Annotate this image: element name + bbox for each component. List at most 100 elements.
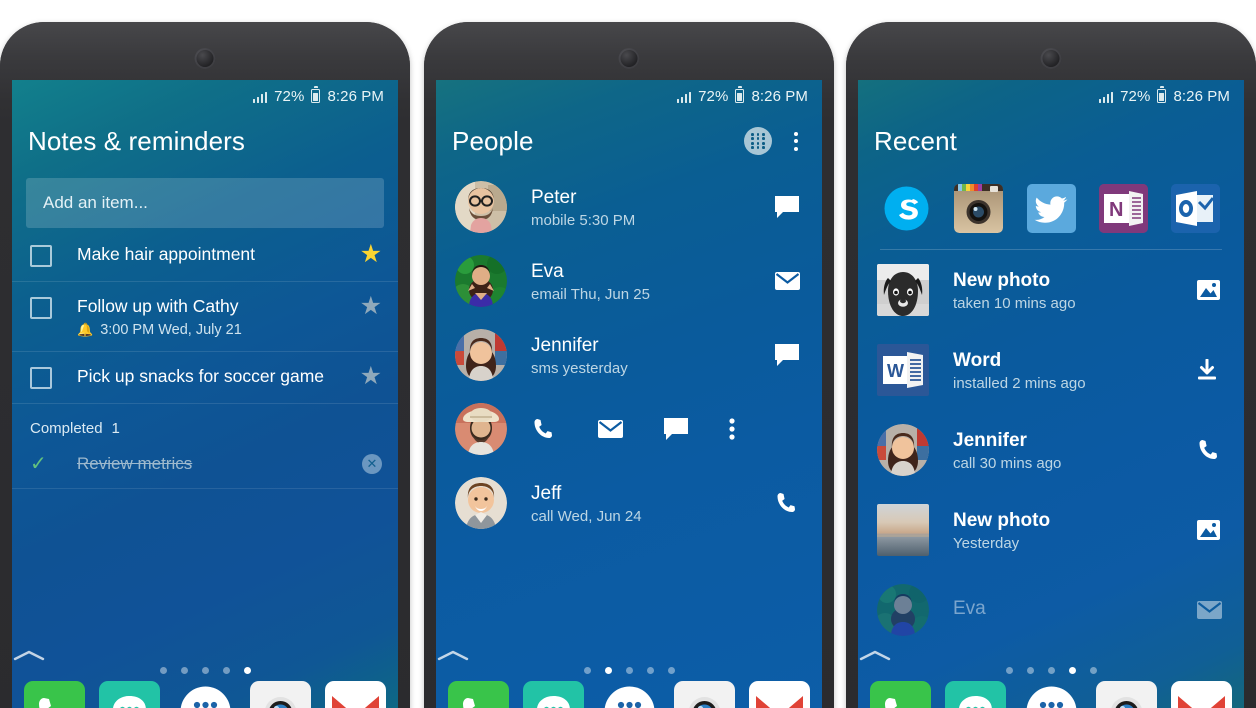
recent-title: New photo bbox=[953, 509, 1051, 531]
messages-dock-icon[interactable] bbox=[523, 681, 585, 708]
page-dot-active[interactable] bbox=[604, 667, 612, 674]
checkbox-icon[interactable] bbox=[30, 367, 52, 389]
page-dot-active[interactable] bbox=[1068, 667, 1076, 674]
phone-dock-icon[interactable] bbox=[24, 681, 85, 708]
phone-screen-notes: 72% 8:26 PM Notes & reminders Add an ite… bbox=[12, 80, 398, 708]
star-icon[interactable]: ★ bbox=[360, 242, 382, 267]
page-dot[interactable] bbox=[222, 667, 230, 674]
page-dot[interactable] bbox=[159, 667, 167, 674]
camera-dock-icon[interactable] bbox=[1095, 681, 1157, 708]
app-drawer-icon[interactable] bbox=[599, 681, 660, 708]
completed-section-header: Completed 1 bbox=[12, 404, 398, 446]
page-dot[interactable] bbox=[583, 667, 591, 674]
completed-item[interactable]: ✓ Review metrics ✕ bbox=[12, 446, 398, 489]
gmail-dock-icon[interactable] bbox=[1171, 681, 1232, 708]
page-dot-active[interactable] bbox=[243, 667, 251, 674]
phone-icon[interactable] bbox=[774, 491, 804, 515]
contact-row-expanded[interactable] bbox=[436, 392, 822, 466]
page-dot[interactable] bbox=[201, 667, 209, 674]
phone-device-people: 72% 8:26 PM People Peter mobile 5:30 PM bbox=[424, 22, 834, 708]
camera-dock-icon[interactable] bbox=[673, 681, 735, 708]
email-icon[interactable] bbox=[597, 419, 663, 439]
overflow-menu-icon[interactable] bbox=[729, 417, 795, 441]
contact-quick-actions bbox=[507, 417, 804, 441]
contact-row[interactable]: Eva email Thu, Jun 25 bbox=[436, 244, 822, 318]
note-item[interactable]: Follow up with Cathy 🔔 3:00 PM Wed, July… bbox=[12, 282, 398, 352]
contact-row[interactable]: Jennifer sms yesterday bbox=[436, 318, 822, 392]
contact-name: Peter bbox=[531, 186, 577, 208]
thumbnail bbox=[877, 584, 929, 636]
dialpad-icon[interactable] bbox=[744, 127, 772, 155]
page-dot[interactable] bbox=[1005, 667, 1013, 674]
recent-title: Jennifer bbox=[953, 429, 1027, 451]
page-dot[interactable] bbox=[646, 667, 654, 674]
checkbox-icon[interactable] bbox=[30, 245, 52, 267]
page-dot[interactable] bbox=[625, 667, 633, 674]
phone-icon[interactable] bbox=[1196, 438, 1226, 462]
instagram-icon[interactable] bbox=[954, 184, 1004, 233]
signal-bars-icon bbox=[676, 90, 692, 103]
phone-icon[interactable] bbox=[531, 417, 597, 441]
app-drawer-icon[interactable] bbox=[1021, 681, 1082, 708]
contact-row[interactable]: Peter mobile 5:30 PM bbox=[436, 170, 822, 244]
screenshot-stage: 72% 8:26 PM Notes & reminders Add an ite… bbox=[0, 0, 1256, 708]
skype-icon[interactable] bbox=[882, 184, 931, 233]
twitter-icon[interactable] bbox=[1026, 184, 1076, 233]
avatar bbox=[455, 477, 507, 529]
avatar[interactable] bbox=[455, 403, 507, 455]
front-camera-icon bbox=[194, 48, 216, 69]
page-dot[interactable] bbox=[180, 667, 188, 674]
outlook-icon[interactable] bbox=[1171, 184, 1220, 233]
recent-text: New photo Yesterday bbox=[929, 509, 1196, 552]
email-icon[interactable] bbox=[1196, 600, 1226, 620]
close-icon[interactable]: ✕ bbox=[362, 454, 382, 474]
note-body: Follow up with Cathy 🔔 3:00 PM Wed, July… bbox=[52, 295, 360, 338]
star-icon[interactable]: ★ bbox=[360, 294, 382, 319]
checkbox-icon[interactable] bbox=[30, 297, 52, 319]
drawer-chevron-icon[interactable] bbox=[436, 649, 822, 662]
contact-row[interactable]: Jeff call Wed, Jun 24 bbox=[436, 466, 822, 540]
message-icon[interactable] bbox=[663, 417, 729, 441]
note-reminder-text: 3:00 PM Wed, July 21 bbox=[100, 322, 242, 338]
front-camera-icon bbox=[618, 48, 640, 69]
phone-dock-icon[interactable] bbox=[870, 681, 931, 708]
drawer-chevron-icon[interactable] bbox=[858, 649, 1244, 662]
overflow-menu-icon[interactable] bbox=[786, 127, 806, 155]
gmail-dock-icon[interactable] bbox=[325, 681, 386, 708]
page-dot[interactable] bbox=[1047, 667, 1055, 674]
note-item[interactable]: Pick up snacks for soccer game ★ bbox=[12, 352, 398, 404]
recent-row[interactable]: W Word installed 2 mins ago bbox=[858, 330, 1244, 410]
completed-label: Completed bbox=[30, 420, 103, 437]
email-icon[interactable] bbox=[774, 271, 804, 291]
gmail-dock-icon[interactable] bbox=[749, 681, 810, 708]
battery-percent: 72% bbox=[1120, 87, 1151, 105]
drawer-chevron-icon[interactable] bbox=[12, 649, 398, 662]
page-dot[interactable] bbox=[1026, 667, 1034, 674]
add-item-input[interactable]: Add an item... bbox=[26, 178, 384, 228]
check-icon[interactable]: ✓ bbox=[30, 454, 56, 474]
phone-dock-icon[interactable] bbox=[448, 681, 509, 708]
recent-row[interactable]: Eva bbox=[858, 570, 1244, 650]
note-item[interactable]: Make hair appointment ★ bbox=[12, 230, 398, 282]
recent-row[interactable]: New photo Yesterday bbox=[858, 490, 1244, 570]
app-header-recent: Recent bbox=[858, 112, 1244, 170]
image-icon[interactable] bbox=[1196, 519, 1226, 541]
recent-row[interactable]: New photo taken 10 mins ago bbox=[858, 250, 1244, 330]
download-icon[interactable] bbox=[1196, 359, 1226, 381]
onenote-icon[interactable]: N bbox=[1098, 184, 1148, 233]
recent-row[interactable]: Jennifer call 30 mins ago bbox=[858, 410, 1244, 490]
thumbnail bbox=[877, 424, 929, 476]
page-dot[interactable] bbox=[667, 667, 675, 674]
message-icon[interactable] bbox=[774, 343, 804, 367]
note-title: Make hair appointment bbox=[77, 244, 256, 264]
app-drawer-icon[interactable] bbox=[175, 681, 236, 708]
messages-dock-icon[interactable] bbox=[99, 681, 161, 708]
camera-dock-icon[interactable] bbox=[249, 681, 311, 708]
phone-screen-people: 72% 8:26 PM People Peter mobile 5:30 PM bbox=[436, 80, 822, 708]
star-icon[interactable]: ★ bbox=[360, 364, 382, 389]
message-icon[interactable] bbox=[774, 195, 804, 219]
page-dot[interactable] bbox=[1089, 667, 1097, 674]
status-clock: 8:26 PM bbox=[751, 87, 808, 105]
messages-dock-icon[interactable] bbox=[945, 681, 1007, 708]
image-icon[interactable] bbox=[1196, 279, 1226, 301]
